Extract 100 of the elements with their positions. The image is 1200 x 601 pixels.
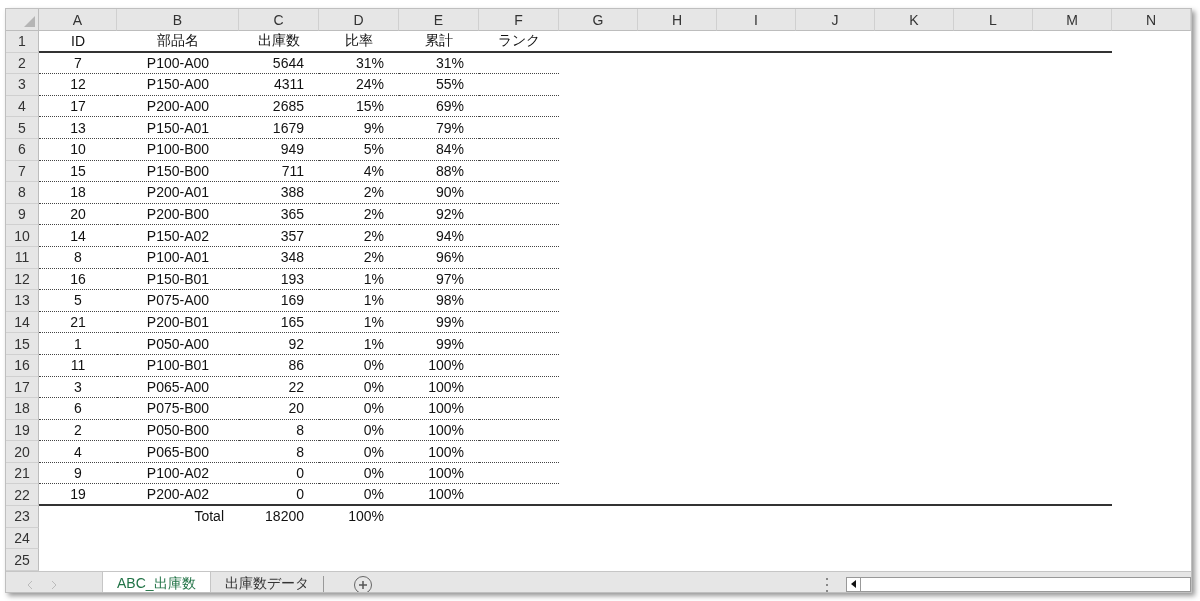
table-cell: 711: [239, 160, 319, 183]
table-cell: 2: [39, 419, 117, 442]
sheet-tab[interactable]: ABC_出庫数: [102, 571, 211, 592]
row-header[interactable]: 20: [6, 441, 39, 463]
row-header[interactable]: 6: [6, 138, 39, 161]
table-cell: 100%: [399, 484, 479, 507]
table-cell: 165: [239, 311, 319, 334]
row-header[interactable]: 8: [6, 182, 39, 204]
row-header[interactable]: 4: [6, 95, 39, 118]
table-cell: P100-A02: [117, 462, 239, 485]
table-cell: 100%: [399, 354, 479, 377]
table-cell: P050-B00: [117, 419, 239, 442]
table-cell: P065-A00: [117, 376, 239, 399]
table-cell: 8: [239, 441, 319, 463]
table-cell: P200-A02: [117, 484, 239, 507]
row-header[interactable]: 14: [6, 311, 39, 334]
table-cell: ID: [39, 31, 117, 53]
column-header[interactable]: J: [796, 9, 875, 31]
row-header[interactable]: 17: [6, 376, 39, 399]
table-cell: 94%: [399, 225, 479, 247]
column-header[interactable]: C: [239, 9, 319, 31]
table-cell: P150-A01: [117, 117, 239, 139]
table-cell: 7: [39, 52, 117, 75]
column-header[interactable]: M: [1033, 9, 1112, 31]
row-header[interactable]: 11: [6, 246, 39, 269]
column-header[interactable]: N: [1112, 9, 1191, 31]
table-cell: P150-A00: [117, 74, 239, 96]
row-header[interactable]: 2: [6, 52, 39, 75]
row-header[interactable]: 18: [6, 398, 39, 420]
row-header[interactable]: 9: [6, 203, 39, 226]
table-cell-text: Total: [193, 507, 225, 527]
table-cell: 0%: [319, 398, 399, 420]
column-header[interactable]: H: [638, 9, 717, 31]
table-cell: 0%: [319, 354, 399, 377]
table-cell: P065-B00: [117, 441, 239, 463]
table-cell: 20: [39, 203, 117, 226]
table-cell: 69%: [399, 95, 479, 118]
table-cell: 12: [39, 74, 117, 96]
table-cell: 55%: [399, 74, 479, 96]
table-cell: 15: [39, 160, 117, 183]
row-header[interactable]: 21: [6, 462, 39, 485]
table-cell: 92: [239, 333, 319, 355]
sheet-tab[interactable]: 出庫数データ: [210, 571, 323, 592]
table-cell: 2%: [319, 203, 399, 226]
row-header[interactable]: 16: [6, 354, 39, 377]
row-header[interactable]: 7: [6, 160, 39, 183]
select-all-triangle-icon[interactable]: [24, 16, 35, 27]
table-cell: P075-A00: [117, 290, 239, 312]
table-cell: P200-A00: [117, 95, 239, 118]
table-cell: 1: [39, 333, 117, 355]
table-cell: P100-B00: [117, 138, 239, 161]
column-header[interactable]: E: [399, 9, 479, 31]
table-cell: 4: [39, 441, 117, 463]
table-cell: 1%: [319, 290, 399, 312]
table-cell: 20: [239, 398, 319, 420]
row-header[interactable]: 13: [6, 290, 39, 312]
table-cell: 169: [239, 290, 319, 312]
table-cell: 31%: [399, 52, 479, 75]
column-header[interactable]: B: [117, 9, 239, 31]
table-cell: P200-B00: [117, 203, 239, 226]
column-header[interactable]: K: [875, 9, 954, 31]
row-header[interactable]: 3: [6, 74, 39, 96]
table-cell: 100%: [399, 462, 479, 485]
row-header[interactable]: 12: [6, 268, 39, 291]
scroll-right-icon[interactable]: [51, 580, 56, 589]
table-cell: P050-A00: [117, 333, 239, 355]
row-header[interactable]: 15: [6, 333, 39, 355]
table-cell: 96%: [399, 246, 479, 269]
table-cell: 348: [239, 246, 319, 269]
table-cell: 11: [39, 354, 117, 377]
table-cell: 4311: [239, 74, 319, 96]
table-cell: 0%: [319, 484, 399, 507]
row-header[interactable]: 22: [6, 484, 39, 507]
row-header[interactable]: 25: [6, 549, 39, 571]
table-cell: 13: [39, 117, 117, 139]
column-header[interactable]: A: [39, 9, 117, 31]
column-header[interactable]: G: [559, 9, 638, 31]
row-header[interactable]: 19: [6, 419, 39, 442]
row-header[interactable]: 10: [6, 225, 39, 247]
table-cell: P100-A01: [117, 246, 239, 269]
table-cell: 1%: [319, 333, 399, 355]
table-cell: 100%: [399, 441, 479, 463]
column-header[interactable]: L: [954, 9, 1033, 31]
column-header[interactable]: F: [479, 9, 559, 31]
row-header[interactable]: 23: [6, 506, 39, 528]
column-header[interactable]: D: [319, 9, 399, 31]
horizontal-scrollbar[interactable]: [846, 576, 1191, 592]
splitter-handle-icon[interactable]: [825, 577, 828, 592]
table-cell: 388: [239, 182, 319, 204]
table-cell: 0: [239, 462, 319, 485]
row-header[interactable]: 1: [6, 31, 39, 53]
column-header[interactable]: I: [717, 9, 796, 31]
row-header[interactable]: 5: [6, 117, 39, 139]
table-cell: 9%: [319, 117, 399, 139]
scroll-left-icon[interactable]: [28, 580, 33, 589]
table-cell: P100-B01: [117, 354, 239, 377]
row-header[interactable]: 24: [6, 527, 39, 550]
table-cell: P200-A01: [117, 182, 239, 204]
plus-icon: [357, 579, 368, 590]
table-cell: P200-B01: [117, 311, 239, 334]
